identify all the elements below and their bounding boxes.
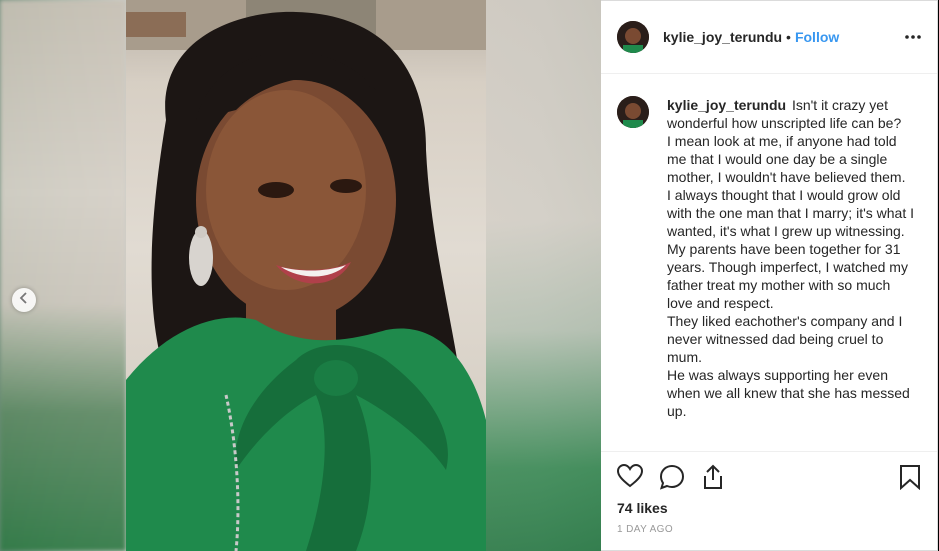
username-link[interactable]: kylie_joy_terundu bbox=[663, 29, 782, 45]
post-timestamp[interactable]: 1 DAY AGO bbox=[617, 524, 673, 535]
bookmark-icon[interactable] bbox=[899, 464, 921, 495]
heart-icon[interactable] bbox=[616, 463, 644, 495]
previous-button[interactable] bbox=[12, 288, 36, 312]
post-header: kylie_joy_terundu • Follow bbox=[601, 1, 937, 74]
comments-section[interactable]: kylie_joy_terundu Isn't it crazy yet won… bbox=[601, 74, 937, 450]
action-bar bbox=[616, 463, 725, 495]
caption-line: My parents have been together for 31 yea… bbox=[667, 241, 908, 311]
blurred-background-left bbox=[0, 0, 126, 551]
post-caption: kylie_joy_terundu Isn't it crazy yet won… bbox=[667, 96, 915, 420]
share-icon[interactable] bbox=[701, 464, 725, 495]
avatar[interactable] bbox=[617, 21, 649, 53]
post-photo[interactable] bbox=[126, 0, 486, 551]
caption-line: He was always supporting her even when w… bbox=[667, 367, 910, 419]
caption-avatar[interactable] bbox=[617, 96, 649, 128]
photo-illustration bbox=[126, 0, 486, 551]
follow-button[interactable]: Follow bbox=[795, 29, 839, 45]
blurred-background-right bbox=[486, 0, 601, 551]
caption-username-link[interactable]: kylie_joy_terundu bbox=[667, 97, 786, 113]
chevron-left-icon bbox=[18, 291, 30, 309]
post-media bbox=[0, 0, 601, 551]
separator-dot: • bbox=[786, 29, 791, 45]
caption-line: They liked eachother's company and I nev… bbox=[667, 313, 903, 365]
more-options-icon[interactable] bbox=[905, 27, 921, 52]
likes-count[interactable]: 74 likes bbox=[617, 500, 668, 516]
caption-line: I mean look at me, if anyone had told me… bbox=[667, 133, 906, 185]
post-footer: 74 likes 1 DAY AGO bbox=[601, 451, 937, 551]
post-details-panel: kylie_joy_terundu • Follow kylie_joy_ter… bbox=[601, 0, 938, 551]
caption-line: I always thought that I would grow old w… bbox=[667, 187, 914, 239]
comment-icon[interactable] bbox=[659, 464, 685, 495]
